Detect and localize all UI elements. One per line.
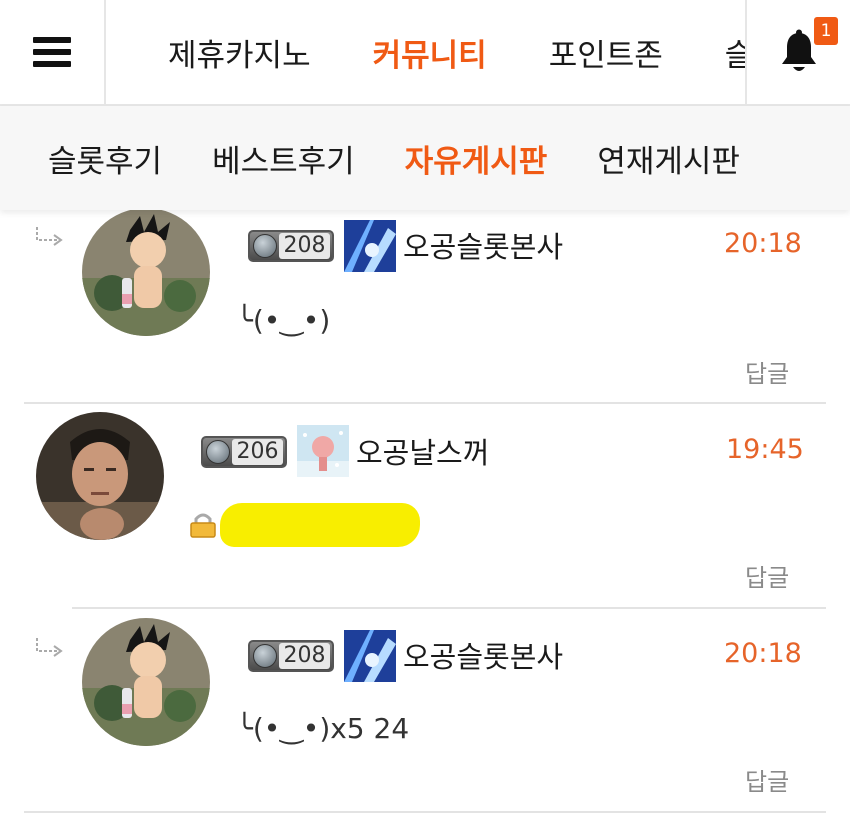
main-tabs: 제휴카지노 커뮤니티 포인트존 슬 [106,0,746,104]
avatar[interactable] [82,208,210,336]
notification-button[interactable]: 1 [745,0,850,104]
avatar[interactable] [82,618,210,746]
tab-point-zone[interactable]: 포인트존 [549,30,663,75]
subtab-series-board[interactable]: 연재게시판 [597,136,740,181]
top-navigation: 제휴카지노 커뮤니티 포인트존 슬 1 [0,0,850,106]
user-icon-image [297,425,349,477]
rank-gem-icon [253,644,277,668]
nickname[interactable]: 오공날스꺼 [356,430,489,472]
level-badge: 208 [248,230,334,262]
reply-button[interactable]: 답글 [745,354,789,389]
user-icon-image [344,220,396,272]
divider [24,402,826,404]
tab-partner-casino[interactable]: 제휴카지노 [168,30,311,75]
reply-button[interactable]: 답글 [745,558,789,593]
reply-arrow-icon [36,638,63,657]
reply-button[interactable]: 답글 [745,762,789,797]
reply-arrow-icon [36,227,63,246]
divider [72,607,826,609]
avatar[interactable] [36,412,164,540]
hamburger-icon [33,37,71,67]
sub-navigation: 슬롯후기 베스트후기 자유게시판 연재게시판 [0,106,850,210]
comment-text: ╰(•‿•)x5 24 [236,712,410,745]
user-icon-image [344,630,396,682]
redacted-content-highlight [220,503,420,547]
nickname[interactable]: 오공슬롯본사 [403,634,563,676]
menu-button[interactable] [0,0,106,104]
tab-slot-partial[interactable]: 슬 [725,30,746,75]
subtab-best-review[interactable]: 베스트후기 [212,136,355,181]
tab-community[interactable]: 커뮤니티 [373,30,487,75]
level-badge: 206 [201,436,287,468]
comment-text: ╰(•‿•) [236,304,331,337]
lock-icon [190,513,216,538]
level-badge: 208 [248,640,334,672]
nickname[interactable]: 오공슬롯본사 [403,224,563,266]
comment-time: 19:45 [726,434,804,465]
rank-gem-icon [253,234,277,258]
bell-icon [781,29,816,71]
notification-count-badge: 1 [814,17,838,45]
comment-time: 20:18 [724,638,802,669]
divider [24,811,826,813]
subtab-slot-review[interactable]: 슬롯후기 [48,136,162,181]
subtab-free-board[interactable]: 자유게시판 [405,136,548,181]
comment-time: 20:18 [724,228,802,259]
rank-gem-icon [206,440,230,464]
